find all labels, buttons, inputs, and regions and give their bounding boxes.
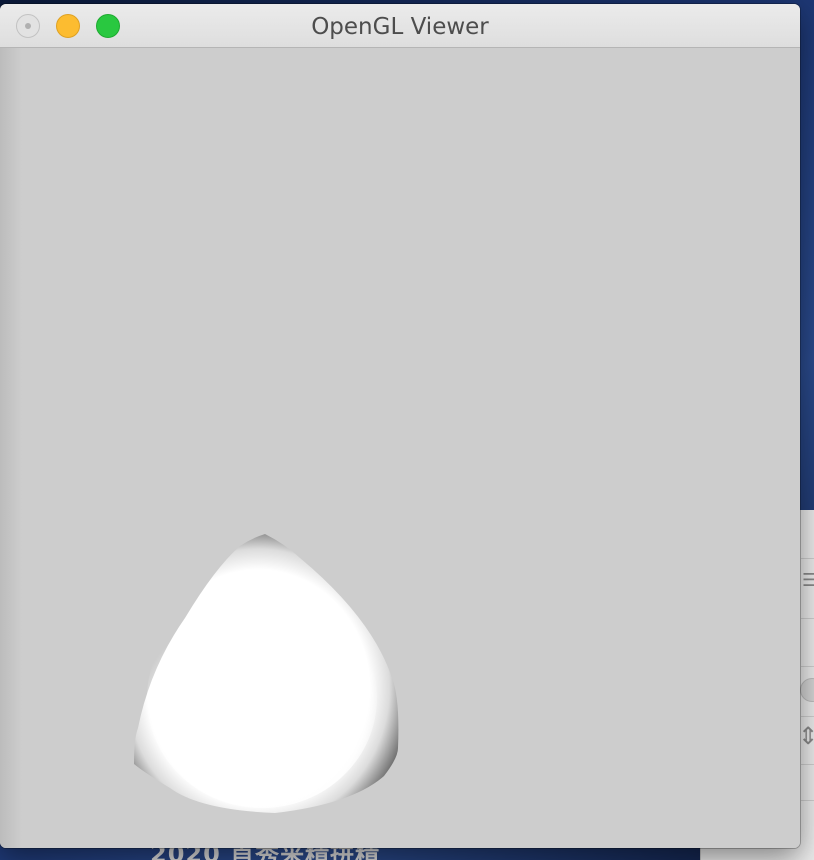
background-window-divider (801, 716, 814, 717)
background-window-divider (801, 800, 814, 801)
background-window-divider (801, 666, 814, 667)
background-window-divider (801, 764, 814, 765)
stepper-chevron-icon[interactable]: ⇕ (798, 724, 814, 748)
shape-highlight (147, 588, 377, 808)
opengl-viewer-window: OpenGL Viewer (0, 4, 800, 848)
background-window-divider (801, 558, 814, 559)
list-lines-icon[interactable]: ☰ (802, 572, 814, 590)
window-titlebar[interactable]: OpenGL Viewer (0, 4, 800, 48)
desktop-background: 2020 首秀采精拼精 ☰ ⇕ OpenGL Viewer (0, 0, 814, 860)
window-title: OpenGL Viewer (311, 14, 489, 40)
opengl-canvas[interactable] (0, 48, 800, 848)
background-window-divider (801, 618, 814, 619)
rendered-scene (134, 534, 399, 813)
